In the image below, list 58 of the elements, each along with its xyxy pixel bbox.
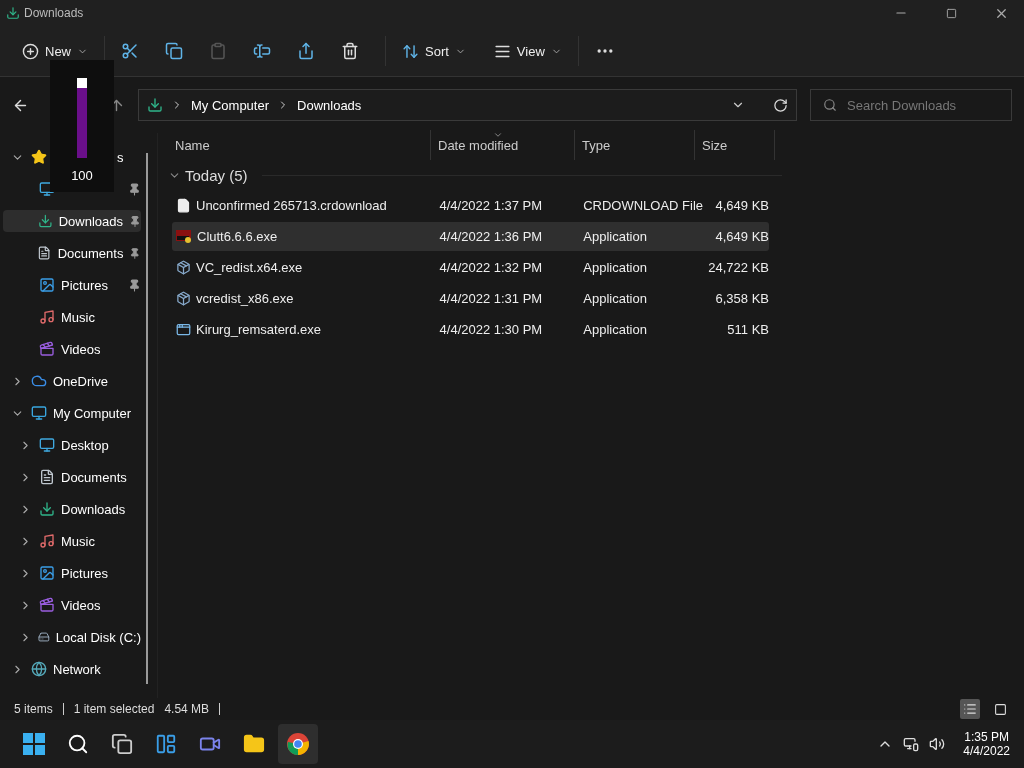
type-cell-text: Application <box>582 229 648 244</box>
sidebar-item[interactable]: Network <box>3 658 141 680</box>
file-name: Unconfirmed 265713.crdownload <box>196 198 388 213</box>
sidebar-item[interactable]: Desktop <box>3 434 141 456</box>
clock-date[interactable]: 4/4/2022 <box>963 744 1010 758</box>
date-cell-text: 4/4/2022 1:37 PM <box>438 198 544 213</box>
volume-reading: 100 <box>71 171 93 181</box>
sidebar-item[interactable]: Pictures <box>3 562 141 584</box>
sidebar-item[interactable]: Music <box>3 530 141 552</box>
size-cell-text: 24,722 KB <box>707 260 769 275</box>
window-title: Downloads <box>24 6 85 20</box>
file-row[interactable]: vcredist_x86.exe 4/4/2022 1:31 PM Application 6,358 KB <box>172 284 769 313</box>
file-name: VC_redist.x64.exe <box>196 260 304 275</box>
column-header[interactable]: Type <box>575 130 695 160</box>
sidebar-item[interactable]: OneDrive <box>3 370 141 392</box>
sidebar-item[interactable]: Downloads <box>3 210 141 232</box>
file-row[interactable]: Kirurg_remsaterd.exe 4/4/2022 1:30 PM Application 511 KB <box>172 315 769 344</box>
type-cell-text: Application <box>582 291 648 306</box>
breadcrumb[interactable]: My Computer <box>191 97 270 113</box>
group-header[interactable]: Today (5) <box>185 166 248 184</box>
breadcrumb[interactable]: Downloads <box>297 97 362 113</box>
sort-button[interactable]: Sort <box>394 34 474 68</box>
column-header[interactable]: Date modified <box>431 130 575 160</box>
file-name: Kirurg_remsaterd.exe <box>196 322 322 337</box>
clock-time[interactable]: 1:35 PM <box>964 730 1009 744</box>
sidebar-item[interactable]: Documents <box>3 242 141 264</box>
view-button[interactable]: View <box>485 34 570 68</box>
sidebar-item[interactable]: Videos <box>3 594 141 616</box>
new-button[interactable]: New <box>14 34 96 68</box>
file-row[interactable]: Unconfirmed 265713.crdownload 4/4/2022 1:37 PM CRDOWNLOAD File 4,649 KB <box>172 191 769 220</box>
date-cell-text: 4/4/2022 1:30 PM <box>438 322 544 337</box>
file-name: vcredist_x86.exe <box>196 291 295 306</box>
sidebar-item[interactable]: s <box>3 146 141 168</box>
date-cell-text: 4/4/2022 1:32 PM <box>438 260 544 275</box>
sidebar-item[interactable]: Documents <box>3 466 141 488</box>
sidebar-item[interactable]: My Computer <box>3 402 141 424</box>
sidebar-item[interactable]: Music <box>3 306 141 328</box>
column-header[interactable]: Name <box>168 130 431 160</box>
selection-count: 1 item selected <box>73 702 155 716</box>
sidebar-item[interactable]: Local Disk (C:) <box>3 626 141 648</box>
type-cell-text: Application <box>582 322 648 337</box>
sidebar-item[interactable]: Downloads <box>3 498 141 520</box>
address-bar[interactable]: My Computer Downloads <box>138 89 797 121</box>
size-cell-text: 6,358 KB <box>714 291 769 306</box>
date-cell-text: 4/4/2022 1:31 PM <box>438 291 544 306</box>
file-row[interactable]: VC_redist.x64.exe 4/4/2022 1:32 PM Application 24,722 KB <box>172 253 769 282</box>
date-cell-text: 4/4/2022 1:36 PM <box>438 229 544 244</box>
size-cell-text: 511 KB <box>726 322 769 337</box>
size-cell-text: 4,649 KB <box>714 229 769 244</box>
item-count: 5 items <box>14 702 53 716</box>
selection-size: 4.54 MB <box>164 702 210 716</box>
file-row[interactable]: Clutt6.6.6.exe 4/4/2022 1:36 PM Application 4,649 KB <box>172 222 769 251</box>
type-cell-text: Application <box>582 260 648 275</box>
sidebar-item[interactable]: Videos <box>3 338 141 360</box>
search-field[interactable]: Search Downloads <box>810 89 1012 121</box>
file-name: Clutt6.6.6.exe <box>197 229 279 244</box>
sidebar-item[interactable]: Pictures <box>3 274 141 296</box>
column-header[interactable]: Size <box>695 130 775 160</box>
